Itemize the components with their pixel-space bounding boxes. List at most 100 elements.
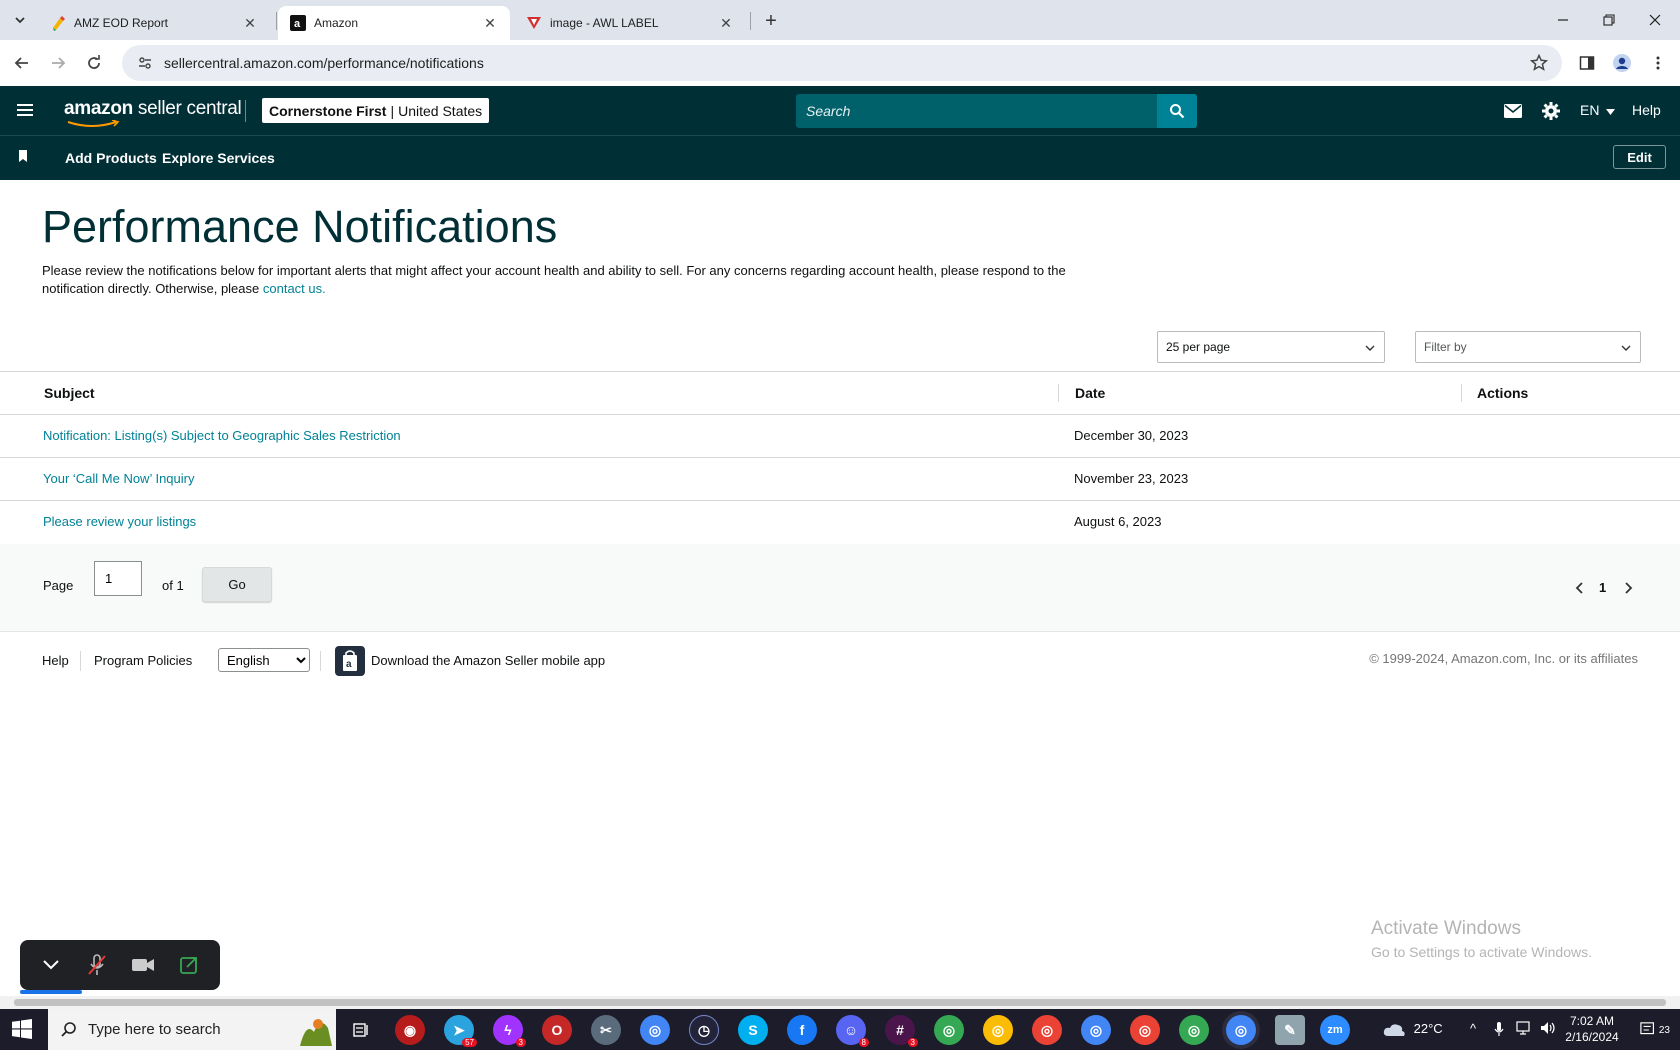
tray-overflow-icon[interactable]: ^ [1470,1021,1476,1036]
tab-search-button[interactable] [8,8,32,32]
volume-icon[interactable] [1540,1021,1556,1038]
address-bar[interactable]: sellercentral.amazon.com/performance/not… [122,45,1562,81]
horizontal-scrollbar[interactable] [0,996,1680,1009]
profile-button[interactable] [1608,49,1636,77]
bookmark-star-icon[interactable] [1524,54,1554,72]
close-tab-icon[interactable]: ✕ [718,15,734,31]
column-header-date[interactable]: Date [1075,385,1105,401]
language-selector[interactable]: EN [1580,102,1616,118]
current-page-number[interactable]: 1 [1599,580,1606,595]
page-number-input[interactable] [94,561,142,596]
clock-app-icon[interactable]: ◷ [689,1015,719,1045]
side-panel-button[interactable] [1573,49,1601,77]
back-button[interactable] [8,49,36,77]
reload-button[interactable] [80,49,108,77]
notification-center-button[interactable]: 23 [1640,1019,1670,1041]
column-divider [1461,384,1462,402]
previous-page-button[interactable] [1572,580,1588,596]
subnav-add-products[interactable]: Add Products [65,150,157,166]
footer-program-policies-link[interactable]: Program Policies [94,653,192,668]
messenger-badge: 3 [515,1038,526,1047]
notepad-icon[interactable]: ✎ [1275,1015,1305,1045]
chrome-icon[interactable]: ◎ [640,1015,670,1045]
network-icon[interactable] [1516,1021,1532,1038]
minimize-button[interactable] [1540,0,1586,40]
footer-divider [80,651,81,671]
chrome-profile-icon[interactable]: ◎ [1081,1015,1111,1045]
mute-microphone-button[interactable] [80,948,114,982]
scrollbar-thumb[interactable] [14,999,1666,1006]
microphone-tray-icon[interactable] [1494,1021,1504,1040]
column-header-actions: Actions [1477,385,1529,401]
header-help-link[interactable]: Help [1632,102,1661,118]
notification-subject-link[interactable]: Please review your listings [43,514,196,529]
edit-nav-button[interactable]: Edit [1613,145,1666,169]
per-page-value: 25 per page [1166,340,1231,354]
taskbar-clock[interactable]: 7:02 AM 2/16/2024 [1560,1013,1624,1045]
microphone-muted-icon [88,954,106,975]
footer-divider [320,651,321,671]
table-row: Please review your listings August 6, 20… [0,501,1680,544]
notification-date: December 30, 2023 [1074,428,1189,443]
bookmark-icon[interactable] [18,150,28,168]
collapse-button[interactable] [34,948,68,982]
camera-button[interactable] [126,948,160,982]
taskbar-search-box[interactable]: Type here to search [48,1009,336,1050]
next-page-button[interactable] [1620,580,1636,596]
search-input[interactable] [806,103,1196,119]
footer-language-select[interactable]: English [218,648,310,672]
task-view-icon[interactable] [346,1015,376,1045]
search-button[interactable] [1157,94,1197,128]
subnav-explore-services[interactable]: Explore Services [162,150,275,166]
facebook-icon[interactable]: f [787,1015,817,1045]
close-tab-icon[interactable]: ✕ [242,15,258,31]
telegram-icon[interactable]: ➤ 57 [444,1015,477,1047]
mail-icon[interactable] [1502,100,1524,122]
zoom-icon[interactable]: zm [1320,1015,1350,1045]
notification-icon [1640,1022,1654,1035]
skype-icon[interactable]: S [738,1015,768,1045]
opera-icon[interactable]: O [542,1015,572,1045]
chrome-profile-icon[interactable]: ◎ [1179,1015,1209,1045]
amazon-app-icon[interactable]: a [335,646,365,676]
chevron-down-icon [1365,345,1375,351]
notification-subject-link[interactable]: Your ‘Call Me Now’ Inquiry [43,471,195,486]
go-button[interactable]: Go [202,567,272,602]
chrome-profile-icon[interactable]: ◎ [934,1015,964,1045]
weather-widget[interactable]: 22°C [1382,1021,1443,1038]
close-tab-icon[interactable]: ✕ [482,15,498,31]
contact-us-link[interactable]: contact us. [263,281,326,296]
per-page-select[interactable]: 25 per page [1157,331,1385,363]
new-tab-button[interactable]: + [758,8,784,34]
slack-icon[interactable]: #3 [885,1015,918,1047]
side-panel-icon [1579,56,1595,70]
restore-button[interactable] [1586,0,1632,40]
filter-by-select[interactable]: Filter by [1415,331,1641,363]
forward-button[interactable] [44,49,72,77]
hamburger-menu-icon[interactable] [14,99,36,121]
footer-help-link[interactable]: Help [42,653,69,668]
snipping-tool-icon[interactable]: ✂ [591,1015,621,1045]
notification-subject-link[interactable]: Notification: Listing(s) Subject to Geog… [43,428,401,443]
windows-start-icon[interactable] [12,1019,34,1041]
seller-central-logo[interactable]: amazon seller central [64,98,242,127]
discord-icon[interactable]: ☺ 8 [836,1015,869,1047]
chrome-profile-icon[interactable]: ◎ [1032,1015,1062,1045]
chrome-active-icon[interactable]: ◎ [1226,1015,1256,1045]
chrome-profile-icon[interactable]: ◎ [983,1015,1013,1045]
messenger-icon[interactable]: ϟ3 [493,1015,526,1047]
site-info-icon[interactable] [130,55,160,71]
tab-amazon[interactable]: a Amazon ✕ [278,6,510,40]
close-window-button[interactable] [1632,0,1678,40]
browser-menu-button[interactable] [1644,49,1672,77]
activate-windows-watermark: Activate Windows Go to Settings to activ… [1371,918,1592,960]
chrome-profile-icon[interactable]: ◎ [1130,1015,1160,1045]
gear-icon[interactable] [1540,100,1562,122]
download-app-link[interactable]: Download the Amazon Seller mobile app [371,653,605,668]
account-switcher[interactable]: Cornerstone First | United States [262,98,490,123]
share-screen-button[interactable] [172,948,206,982]
tab-amz-eod-report[interactable]: AMZ EOD Report ✕ [38,6,270,40]
app-red-circle-icon[interactable]: ◉ [395,1015,425,1045]
tab-awl-label[interactable]: image - AWL LABEL ✕ [514,6,746,40]
weather-temperature: 22°C [1413,1021,1443,1036]
